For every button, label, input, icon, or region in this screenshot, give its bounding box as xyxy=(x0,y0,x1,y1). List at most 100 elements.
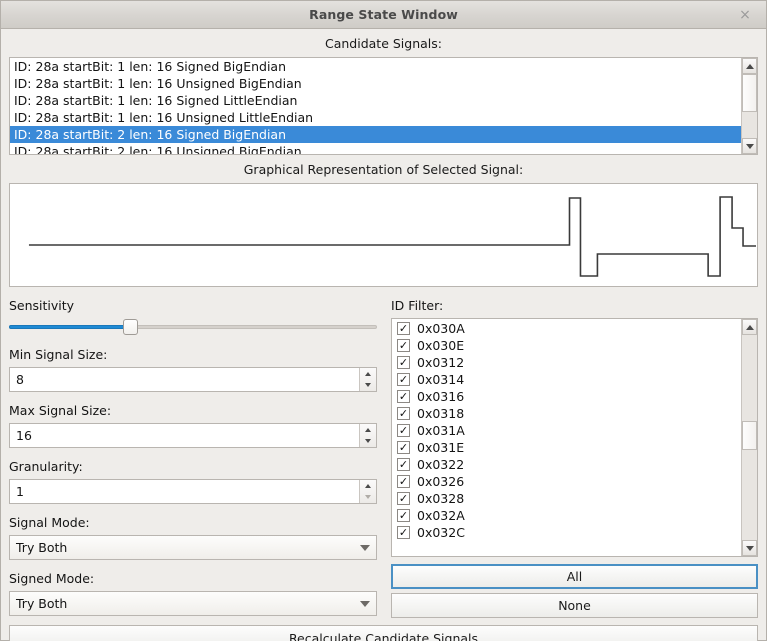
list-item[interactable]: ID: 28a startBit: 2 len: 16 Unsigned Big… xyxy=(10,143,741,154)
id-filter-value: 0x0322 xyxy=(417,457,465,472)
scroll-track[interactable] xyxy=(742,74,757,138)
id-filter-value: 0x032A xyxy=(417,508,465,523)
list-item[interactable]: ✓ 0x0326 xyxy=(392,473,741,490)
list-item[interactable]: ✓ 0x0312 xyxy=(392,354,741,371)
checkbox[interactable]: ✓ xyxy=(397,339,410,352)
granularity-stepper[interactable] xyxy=(359,480,376,503)
stepper-down-icon[interactable] xyxy=(360,380,376,392)
id-filter-value: 0x0312 xyxy=(417,355,465,370)
sensitivity-slider[interactable] xyxy=(9,318,377,336)
scroll-down-icon[interactable] xyxy=(742,138,757,154)
signed-mode-value: Try Both xyxy=(16,596,68,611)
id-filter-value: 0x0326 xyxy=(417,474,465,489)
list-item[interactable]: ID: 28a startBit: 1 len: 16 Signed BigEn… xyxy=(10,58,741,75)
close-icon[interactable]: × xyxy=(730,1,760,29)
checkbox[interactable]: ✓ xyxy=(397,526,410,539)
stepper-up-icon[interactable] xyxy=(360,424,376,436)
list-item[interactable]: ✓ 0x031A xyxy=(392,422,741,439)
scroll-track[interactable] xyxy=(742,335,757,540)
checkbox[interactable]: ✓ xyxy=(397,322,410,335)
scroll-up-icon[interactable] xyxy=(742,319,757,335)
title-bar: Range State Window × xyxy=(1,1,766,29)
list-item[interactable]: ✓ 0x030E xyxy=(392,337,741,354)
checkbox[interactable]: ✓ xyxy=(397,373,410,386)
signed-mode-dropdown[interactable]: Try Both xyxy=(9,591,377,616)
list-item[interactable]: ✓ 0x0316 xyxy=(392,388,741,405)
max-signal-size-input[interactable]: 16 xyxy=(10,424,359,447)
stepper-down-icon[interactable] xyxy=(360,492,376,504)
recalculate-button[interactable]: Recalculate Candidate Signals xyxy=(9,625,758,641)
list-item[interactable]: ✓ 0x0328 xyxy=(392,490,741,507)
list-item[interactable]: ID: 28a startBit: 1 len: 16 Unsigned Lit… xyxy=(10,109,741,126)
scroll-up-icon[interactable] xyxy=(742,58,757,74)
granularity-spinbox[interactable]: 1 xyxy=(9,479,377,504)
checkbox[interactable]: ✓ xyxy=(397,407,410,420)
min-signal-size-stepper[interactable] xyxy=(359,368,376,391)
scroll-thumb[interactable] xyxy=(742,74,757,112)
list-item[interactable]: ✓ 0x032A xyxy=(392,507,741,524)
candidate-signals-scrollbar[interactable] xyxy=(741,58,757,154)
id-filter-value: 0x030A xyxy=(417,321,465,336)
signal-waveform xyxy=(9,183,758,287)
chevron-down-icon xyxy=(360,600,370,607)
id-filter-value: 0x030E xyxy=(417,338,465,353)
select-all-button[interactable]: All xyxy=(391,564,758,589)
list-item[interactable]: ✓ 0x0318 xyxy=(392,405,741,422)
sensitivity-label: Sensitivity xyxy=(9,298,75,313)
checkbox[interactable]: ✓ xyxy=(397,424,410,437)
max-signal-size-stepper[interactable] xyxy=(359,424,376,447)
granularity-input[interactable]: 1 xyxy=(10,480,359,503)
id-filter-listbox[interactable]: ✓ 0x030A ✓ 0x030E ✓ 0x0312 ✓ 0x0314 ✓ 0x0316 ✓ 0x03… xyxy=(391,318,758,557)
candidate-signals-label: Candidate Signals: xyxy=(325,36,442,51)
checkbox[interactable]: ✓ xyxy=(397,441,410,454)
max-signal-size-spinbox[interactable]: 16 xyxy=(9,423,377,448)
granularity-label: Granularity: xyxy=(9,459,83,474)
list-item[interactable]: ID: 28a startBit: 1 len: 16 Signed Littl… xyxy=(10,92,741,109)
id-filter-value: 0x031A xyxy=(417,423,465,438)
checkbox[interactable]: ✓ xyxy=(397,356,410,369)
id-filter-scrollbar[interactable] xyxy=(741,319,757,556)
list-item[interactable]: ID: 28a startBit: 2 len: 16 Signed BigEn… xyxy=(10,126,741,143)
min-signal-size-spinbox[interactable]: 8 xyxy=(9,367,377,392)
settings-column: Sensitivity Min Signal Size: 8 Max Signa… xyxy=(9,298,377,618)
stepper-up-icon[interactable] xyxy=(360,480,376,492)
list-item[interactable]: ✓ 0x0322 xyxy=(392,456,741,473)
slider-fill xyxy=(9,325,131,329)
list-item[interactable]: ✓ 0x031E xyxy=(392,439,741,456)
max-signal-size-label: Max Signal Size: xyxy=(9,403,112,418)
settings-columns: Sensitivity Min Signal Size: 8 Max Signa… xyxy=(9,298,758,618)
candidate-signals-listbox[interactable]: ID: 28a startBit: 1 len: 16 Signed BigEn… xyxy=(9,57,758,155)
waveform-svg xyxy=(10,184,757,286)
checkbox[interactable]: ✓ xyxy=(397,509,410,522)
id-filter-value: 0x0314 xyxy=(417,372,465,387)
id-filter-value: 0x032C xyxy=(417,525,465,540)
chevron-down-icon xyxy=(360,544,370,551)
id-filter-column: ID Filter: ✓ 0x030A ✓ 0x030E ✓ 0x0312 ✓ 0x0314 ✓… xyxy=(391,298,758,618)
slider-handle[interactable] xyxy=(123,319,139,335)
list-item[interactable]: ✓ 0x030A xyxy=(392,320,741,337)
list-item[interactable]: ID: 28a startBit: 1 len: 16 Unsigned Big… xyxy=(10,75,741,92)
signal-mode-dropdown[interactable]: Try Both xyxy=(9,535,377,560)
scroll-down-icon[interactable] xyxy=(742,540,757,556)
select-none-button[interactable]: None xyxy=(391,593,758,618)
footer: Recalculate Candidate Signals xyxy=(1,618,766,641)
scroll-thumb[interactable] xyxy=(742,421,757,450)
min-signal-size-input[interactable]: 8 xyxy=(10,368,359,391)
stepper-down-icon[interactable] xyxy=(360,436,376,448)
signal-mode-value: Try Both xyxy=(16,540,68,555)
range-state-window: Range State Window × Candidate Signals: … xyxy=(0,0,767,641)
stepper-up-icon[interactable] xyxy=(360,368,376,380)
id-filter-value: 0x031E xyxy=(417,440,465,455)
id-filter-value: 0x0328 xyxy=(417,491,465,506)
checkbox[interactable]: ✓ xyxy=(397,390,410,403)
checkbox[interactable]: ✓ xyxy=(397,492,410,505)
checkbox[interactable]: ✓ xyxy=(397,475,410,488)
min-signal-size-label: Min Signal Size: xyxy=(9,347,108,362)
id-filter-label: ID Filter: xyxy=(391,298,444,313)
id-filter-value: 0x0318 xyxy=(417,406,465,421)
id-filter-items: ✓ 0x030A ✓ 0x030E ✓ 0x0312 ✓ 0x0314 ✓ 0x0316 ✓ 0x03… xyxy=(392,319,741,556)
graph-label: Graphical Representation of Selected Sig… xyxy=(243,162,524,177)
checkbox[interactable]: ✓ xyxy=(397,458,410,471)
list-item[interactable]: ✓ 0x032C xyxy=(392,524,741,541)
list-item[interactable]: ✓ 0x0314 xyxy=(392,371,741,388)
